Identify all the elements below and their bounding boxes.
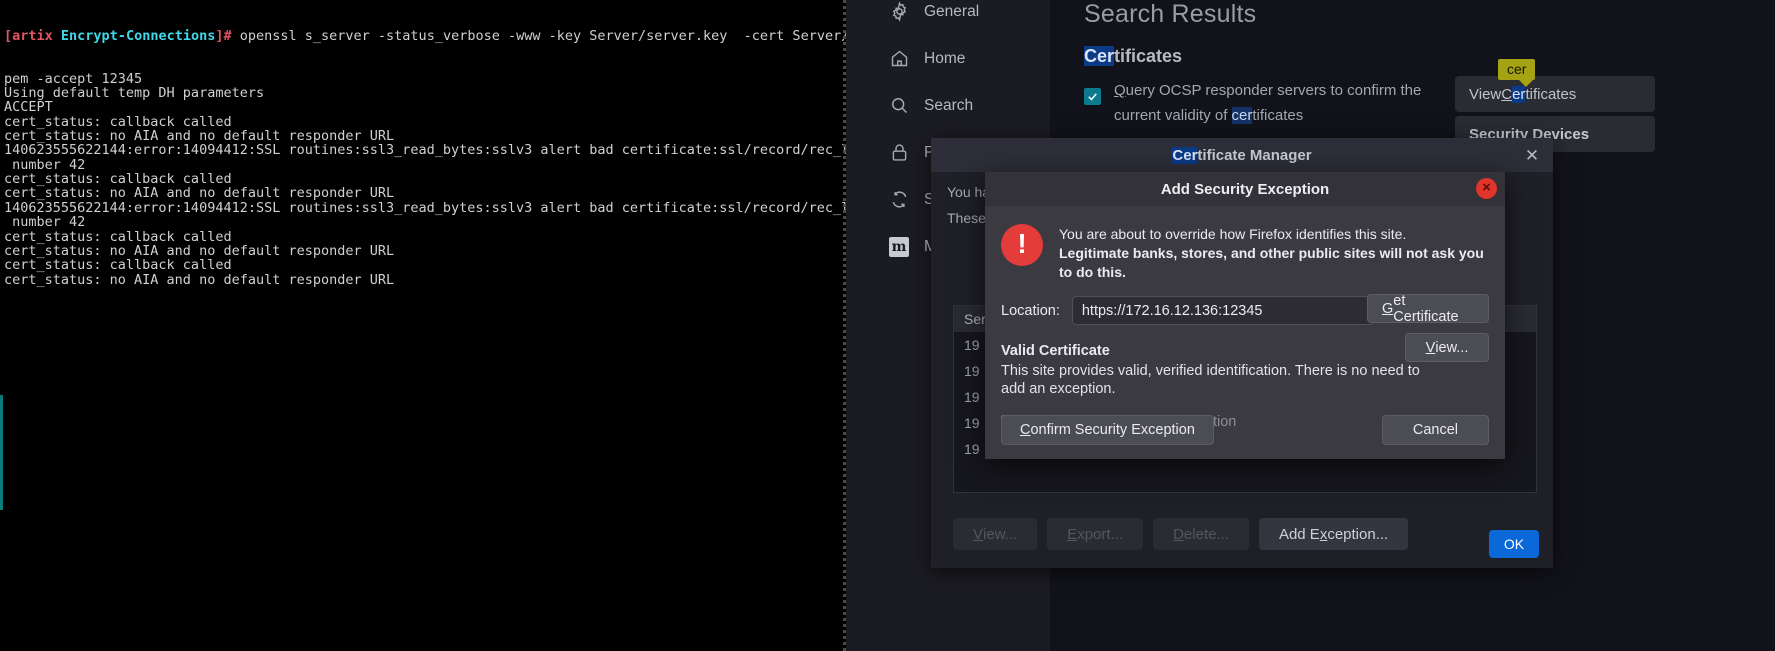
location-input[interactable]: https://172.16.12.136:12345 <box>1071 296 1374 325</box>
certificate-manager-buttons: View... Export... Delete... Add Ex ception..… <box>953 518 1409 550</box>
section-heading-certificates: Certificates <box>1084 46 1182 67</box>
sidebar-item-home[interactable]: Home <box>846 35 1050 82</box>
view-rest: iew... <box>1435 339 1469 356</box>
certificate-manager-titlebar: Certificate Manager ✕ <box>931 138 1553 172</box>
ocsp-option-row[interactable]: Query OCSP responder servers to confirm … <box>1084 78 1514 128</box>
terminal-line: pem -accept 12345 <box>4 70 143 87</box>
ase-bottom-buttons: Confirm Security Exception Cancel <box>1001 415 1489 445</box>
sync-icon <box>888 189 910 211</box>
terminal-line: number 42 <box>4 214 86 231</box>
view-certificates-highlight: er <box>1512 85 1526 103</box>
valid-certificate-description: This site provides valid, verified ident… <box>1001 363 1420 397</box>
cancel-button[interactable]: Cancel <box>1381 415 1489 445</box>
view-certificate-button[interactable]: View... <box>1405 333 1489 362</box>
search-icon <box>888 95 910 117</box>
ase-title: Add Security Exception <box>1160 180 1330 198</box>
get-certificate-accel: G <box>1382 300 1394 317</box>
delete-button[interactable]: Delete... <box>1153 518 1249 550</box>
ocsp-line1: uery OCSP responder servers to confirm t… <box>1125 82 1422 99</box>
more-icon: m <box>888 236 910 258</box>
ase-location-label: Location: <box>1001 302 1060 319</box>
view-certificates-post: tificates <box>1525 85 1577 103</box>
ase-body: ! You are about to override how Firefox … <box>985 206 1505 459</box>
lock-icon <box>888 142 910 164</box>
view-certificates-button[interactable]: View Cer tificates <box>1455 76 1655 112</box>
terminal-prompt-dir: Encrypt-Connections <box>60 27 216 44</box>
sidebar-item-general[interactable]: General <box>846 0 1050 35</box>
terminal-line: number 42 <box>4 156 86 173</box>
view-certificates-accel: C <box>1501 85 1513 103</box>
terminal-line: cert_status: no AIA and no default respo… <box>4 185 395 202</box>
view-button[interactable]: View... <box>953 518 1038 550</box>
ok-button[interactable]: OK <box>1489 530 1539 558</box>
ase-warning-text: You are about to override how Firefox id… <box>1059 224 1489 282</box>
terminal-prompt-bracket-close: ]# <box>215 27 232 44</box>
terminal-line: cert_status: no AIA and no default respo… <box>4 242 395 259</box>
sidebar-item-label: Home <box>924 49 966 67</box>
close-icon[interactable]: × <box>1476 178 1497 199</box>
terminal-line: cert_status: callback called <box>4 228 232 245</box>
more-glyph: m <box>889 236 909 257</box>
terminal-command: openssl s_server -status_verbose -www -k… <box>239 27 846 44</box>
accel-key: D <box>1173 525 1184 543</box>
sidebar-item-label: Search <box>924 96 974 114</box>
ocsp-label: Query OCSP responder servers to confirm … <box>1114 78 1421 128</box>
terminal-line: cert_status: callback called <box>4 257 232 274</box>
terminal-line: 140623555622144:error:14094412:SSL routi… <box>4 199 846 216</box>
terminal-line: cert_status: callback called <box>4 113 232 130</box>
cm-title-highlight: Cer <box>1172 146 1198 164</box>
sidebar-item-label: General <box>924 2 980 20</box>
view-certificates-pre: View <box>1469 85 1502 103</box>
ocsp-line2-pre: current validity of <box>1114 107 1232 124</box>
terminal-line: cert_status: no AIA and no default respo… <box>4 128 395 145</box>
terminal-prompt-line: [artix Encrypt-Connections]# openssl s_s… <box>4 29 846 43</box>
view-accel: V <box>1425 339 1436 356</box>
terminal-prompt-space <box>53 28 61 44</box>
ocsp-line2-highlight: cer <box>1231 107 1253 124</box>
get-certificate-rest: et Certificate <box>1393 292 1459 325</box>
terminal-line: 140623555622144:error:14094412:SSL routi… <box>4 142 846 159</box>
home-icon <box>888 48 910 70</box>
heading-highlight: Cer <box>1084 46 1115 66</box>
ocsp-checkbox[interactable] <box>1084 88 1101 105</box>
alert-icon: ! <box>1001 224 1043 266</box>
heading-rest: tificates <box>1114 46 1183 66</box>
terminal-scrollbar[interactable] <box>0 0 3 651</box>
gear-icon <box>888 1 910 23</box>
confirm-accel: C <box>1020 422 1031 438</box>
terminal-window[interactable]: [artix Encrypt-Connections]# openssl s_s… <box>0 0 846 651</box>
ase-warn-line1: You are about to override how Firefox id… <box>1059 226 1407 242</box>
accel-key: V <box>973 525 984 543</box>
page-title: Search Results <box>1084 0 1257 28</box>
confirm-security-exception-button[interactable]: Confirm Security Exception <box>1001 415 1214 445</box>
terminal-line: cert_status: no AIA and no default respo… <box>4 271 395 288</box>
terminal-output: pem -accept 12345 Using default temp DH p… <box>4 70 846 288</box>
ase-warn-bold: Legitimate banks, stores, and other publ… <box>1059 245 1484 280</box>
get-certificate-button[interactable]: Get Certificate <box>1367 292 1489 325</box>
terminal-line: ACCEPT <box>4 99 53 116</box>
terminal-line: Using default temp DH parameters <box>4 85 265 102</box>
export-button[interactable]: Export... <box>1047 518 1144 550</box>
terminal-line: cert_status: callback called <box>4 171 232 188</box>
confirm-rest: onfirm Security Exception <box>1030 422 1195 438</box>
add-security-exception-dialog: Add Security Exception × ! You are about… <box>985 172 1505 459</box>
ocsp-line2-post: tificates <box>1252 107 1304 124</box>
ase-warning-row: ! You are about to override how Firefox … <box>1001 224 1489 282</box>
search-term-tooltip: cer <box>1498 59 1536 87</box>
add-exception-button[interactable]: Add Ex ception... <box>1258 518 1409 550</box>
ocsp-accel: Q <box>1114 82 1126 99</box>
certificate-manager-title: Certificate Manager <box>1172 146 1312 164</box>
accel-key: x <box>1319 525 1328 543</box>
ase-titlebar: Add Security Exception × <box>985 172 1505 206</box>
terminal-scrollbar-thumb[interactable] <box>0 395 3 510</box>
sidebar-item-search[interactable]: Search <box>846 82 1050 129</box>
cm-title-rest: tificate Manager <box>1197 146 1312 164</box>
accel-key: E <box>1067 525 1078 543</box>
close-icon[interactable]: ✕ <box>1521 144 1543 166</box>
